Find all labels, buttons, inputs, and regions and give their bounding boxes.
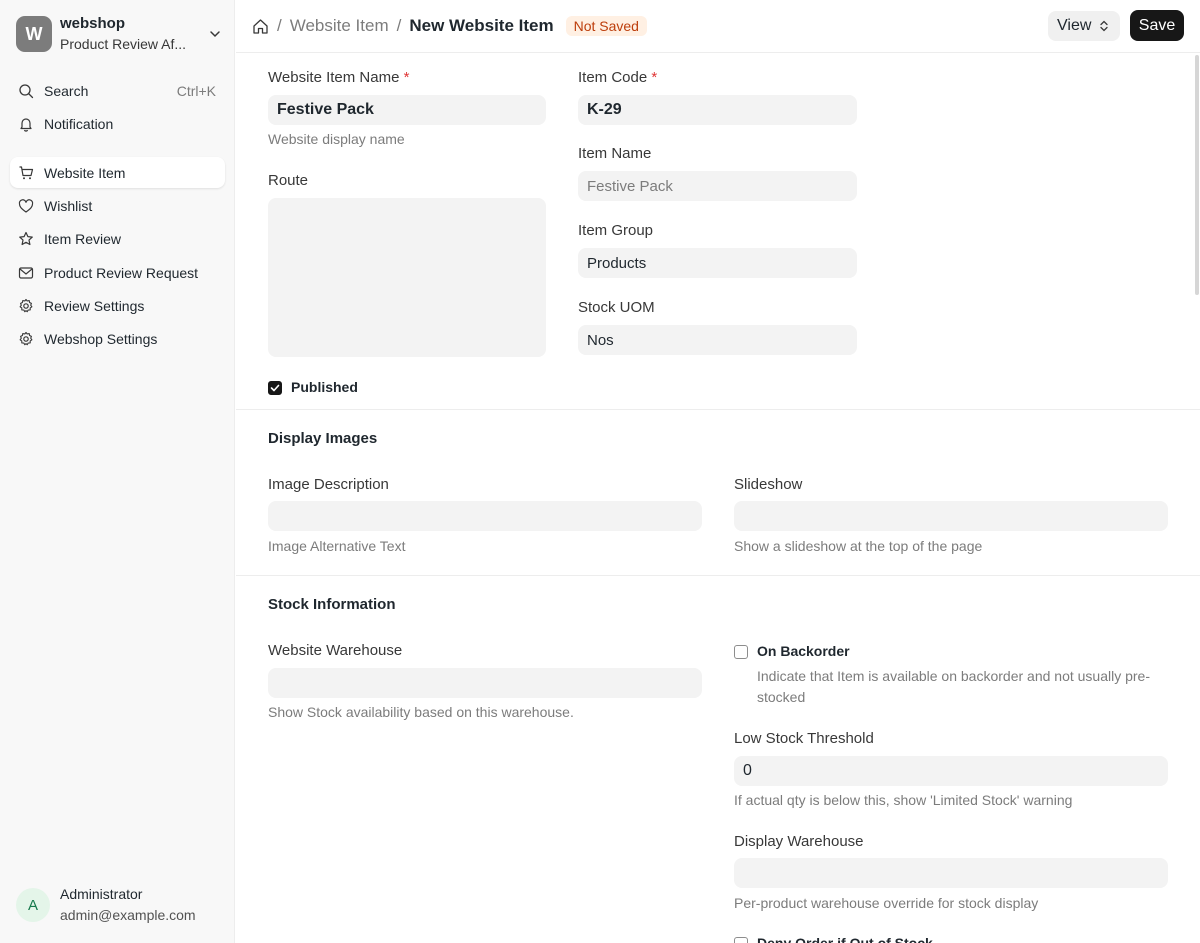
workspace-switcher[interactable]: W webshop Product Review Af... <box>16 14 222 54</box>
sidebar-item-website-item[interactable]: Website Item <box>10 157 225 188</box>
scrollbar[interactable] <box>1195 55 1199 295</box>
slideshow-help: Show a slideshow at the top of the page <box>734 538 983 554</box>
item-name-label: Item Name <box>578 145 652 162</box>
heart-icon <box>18 198 34 213</box>
breadcrumb: / Website Item / New Website Item Not Sa… <box>252 14 647 38</box>
sidebar: W webshop Product Review Af... Search Ct… <box>0 0 235 943</box>
sidebar-item-label: Item Review <box>44 230 122 247</box>
workspace-logo: W <box>16 16 52 52</box>
sidebar-item-webshop-settings[interactable]: Webshop Settings <box>10 323 225 354</box>
display-warehouse-input[interactable] <box>734 858 1168 888</box>
on-backorder-checkbox[interactable] <box>734 645 748 659</box>
display-warehouse-label: Display Warehouse <box>734 833 864 850</box>
bell-icon <box>20 117 32 132</box>
slideshow-label: Slideshow <box>734 476 803 493</box>
search-label: Search <box>44 82 89 99</box>
deny-order-label: Deny Order if Out of Stock <box>757 935 933 943</box>
image-description-input[interactable] <box>268 501 702 531</box>
stock-uom-label: Stock UOM <box>578 299 655 316</box>
cart-icon <box>19 165 34 179</box>
search-icon <box>19 83 34 98</box>
mail-icon <box>18 266 34 279</box>
page-title: New Website Item <box>409 16 554 35</box>
view-label: View <box>1057 17 1092 34</box>
gear-icon <box>19 331 33 345</box>
check-icon <box>270 384 280 392</box>
form-body: Website Item Name * Festive Pack Website… <box>236 53 1200 943</box>
website-item-name-label: Website Item Name * <box>268 69 410 86</box>
avatar: A <box>16 888 50 922</box>
sidebar-item-label: Review Settings <box>44 297 145 314</box>
sidebar-item-item-review[interactable]: Item Review <box>10 223 225 254</box>
display-warehouse-help: Per-product warehouse override for stock… <box>734 895 1039 911</box>
workspace-title: webshop <box>60 15 126 32</box>
item-code-input[interactable]: K-29 <box>578 95 857 125</box>
slideshow-input[interactable] <box>734 501 1168 531</box>
route-label: Route <box>268 172 309 189</box>
star-icon <box>19 231 33 245</box>
sidebar-item-label: Product Review Request <box>44 264 199 281</box>
section-divider <box>236 575 1200 576</box>
user-name: Administrator <box>60 886 143 902</box>
chevron-down-icon <box>210 31 220 38</box>
low-stock-threshold-label: Low Stock Threshold <box>734 730 874 747</box>
item-name-input[interactable]: Festive Pack <box>578 171 857 201</box>
search-button[interactable]: Search Ctrl+K <box>10 75 225 106</box>
breadcrumb-separator: / <box>396 16 402 35</box>
home-icon[interactable] <box>252 18 269 35</box>
website-warehouse-help: Show Stock availability based on this wa… <box>268 704 574 720</box>
page-header: / Website Item / New Website Item Not Sa… <box>236 0 1200 53</box>
route-textarea[interactable] <box>268 198 546 357</box>
user-menu[interactable]: A Administrator admin@example.com <box>16 884 196 926</box>
breadcrumb-separator: / <box>277 16 282 35</box>
website-warehouse-input[interactable] <box>268 668 702 698</box>
sidebar-item-product-review-request[interactable]: Product Review Request <box>10 257 225 288</box>
item-group-input[interactable]: Products <box>578 248 857 278</box>
view-button[interactable]: View <box>1048 11 1120 41</box>
status-badge: Not Saved <box>565 16 647 36</box>
sidebar-item-label: Webshop Settings <box>44 330 158 347</box>
website-item-name-help: Website display name <box>268 131 405 147</box>
sidebar-item-label: Website Item <box>44 164 126 181</box>
published-label: Published <box>291 379 358 395</box>
sidebar-item-wishlist[interactable]: Wishlist <box>10 190 225 221</box>
item-group-label: Item Group <box>578 222 654 239</box>
stock-uom-input[interactable]: Nos <box>578 325 857 355</box>
image-description-help: Image Alternative Text <box>268 538 406 554</box>
user-email: admin@example.com <box>60 907 196 923</box>
website-warehouse-label: Website Warehouse <box>268 642 403 659</box>
section-divider <box>236 409 1200 410</box>
website-item-name-input[interactable]: Festive Pack <box>268 95 546 125</box>
breadcrumb-website-item[interactable]: Website Item <box>290 16 389 36</box>
item-code-label: Item Code * <box>578 69 658 86</box>
search-shortcut: Ctrl+K <box>176 82 216 99</box>
sidebar-item-label: Wishlist <box>44 197 93 214</box>
save-button[interactable]: Save <box>1130 10 1184 41</box>
low-stock-threshold-input[interactable]: 0 <box>734 756 1168 786</box>
image-description-label: Image Description <box>268 476 389 493</box>
published-checkbox[interactable] <box>268 381 282 395</box>
sort-arrows-icon <box>1100 20 1109 32</box>
workspace-subtitle: Product Review Af... <box>60 36 187 52</box>
notification-button[interactable]: Notification <box>10 108 225 139</box>
on-backorder-help: Indicate that Item is available on backo… <box>757 668 1151 705</box>
section-title-display-images: Display Images <box>268 430 378 447</box>
section-title-stock-information: Stock Information <box>268 596 396 613</box>
low-stock-threshold-help: If actual qty is below this, show 'Limit… <box>734 792 1073 808</box>
gear-icon <box>19 298 33 312</box>
deny-order-checkbox[interactable] <box>734 937 748 943</box>
notification-label: Notification <box>44 115 114 132</box>
sidebar-item-review-settings[interactable]: Review Settings <box>10 290 225 321</box>
on-backorder-label: On Backorder <box>757 643 850 659</box>
